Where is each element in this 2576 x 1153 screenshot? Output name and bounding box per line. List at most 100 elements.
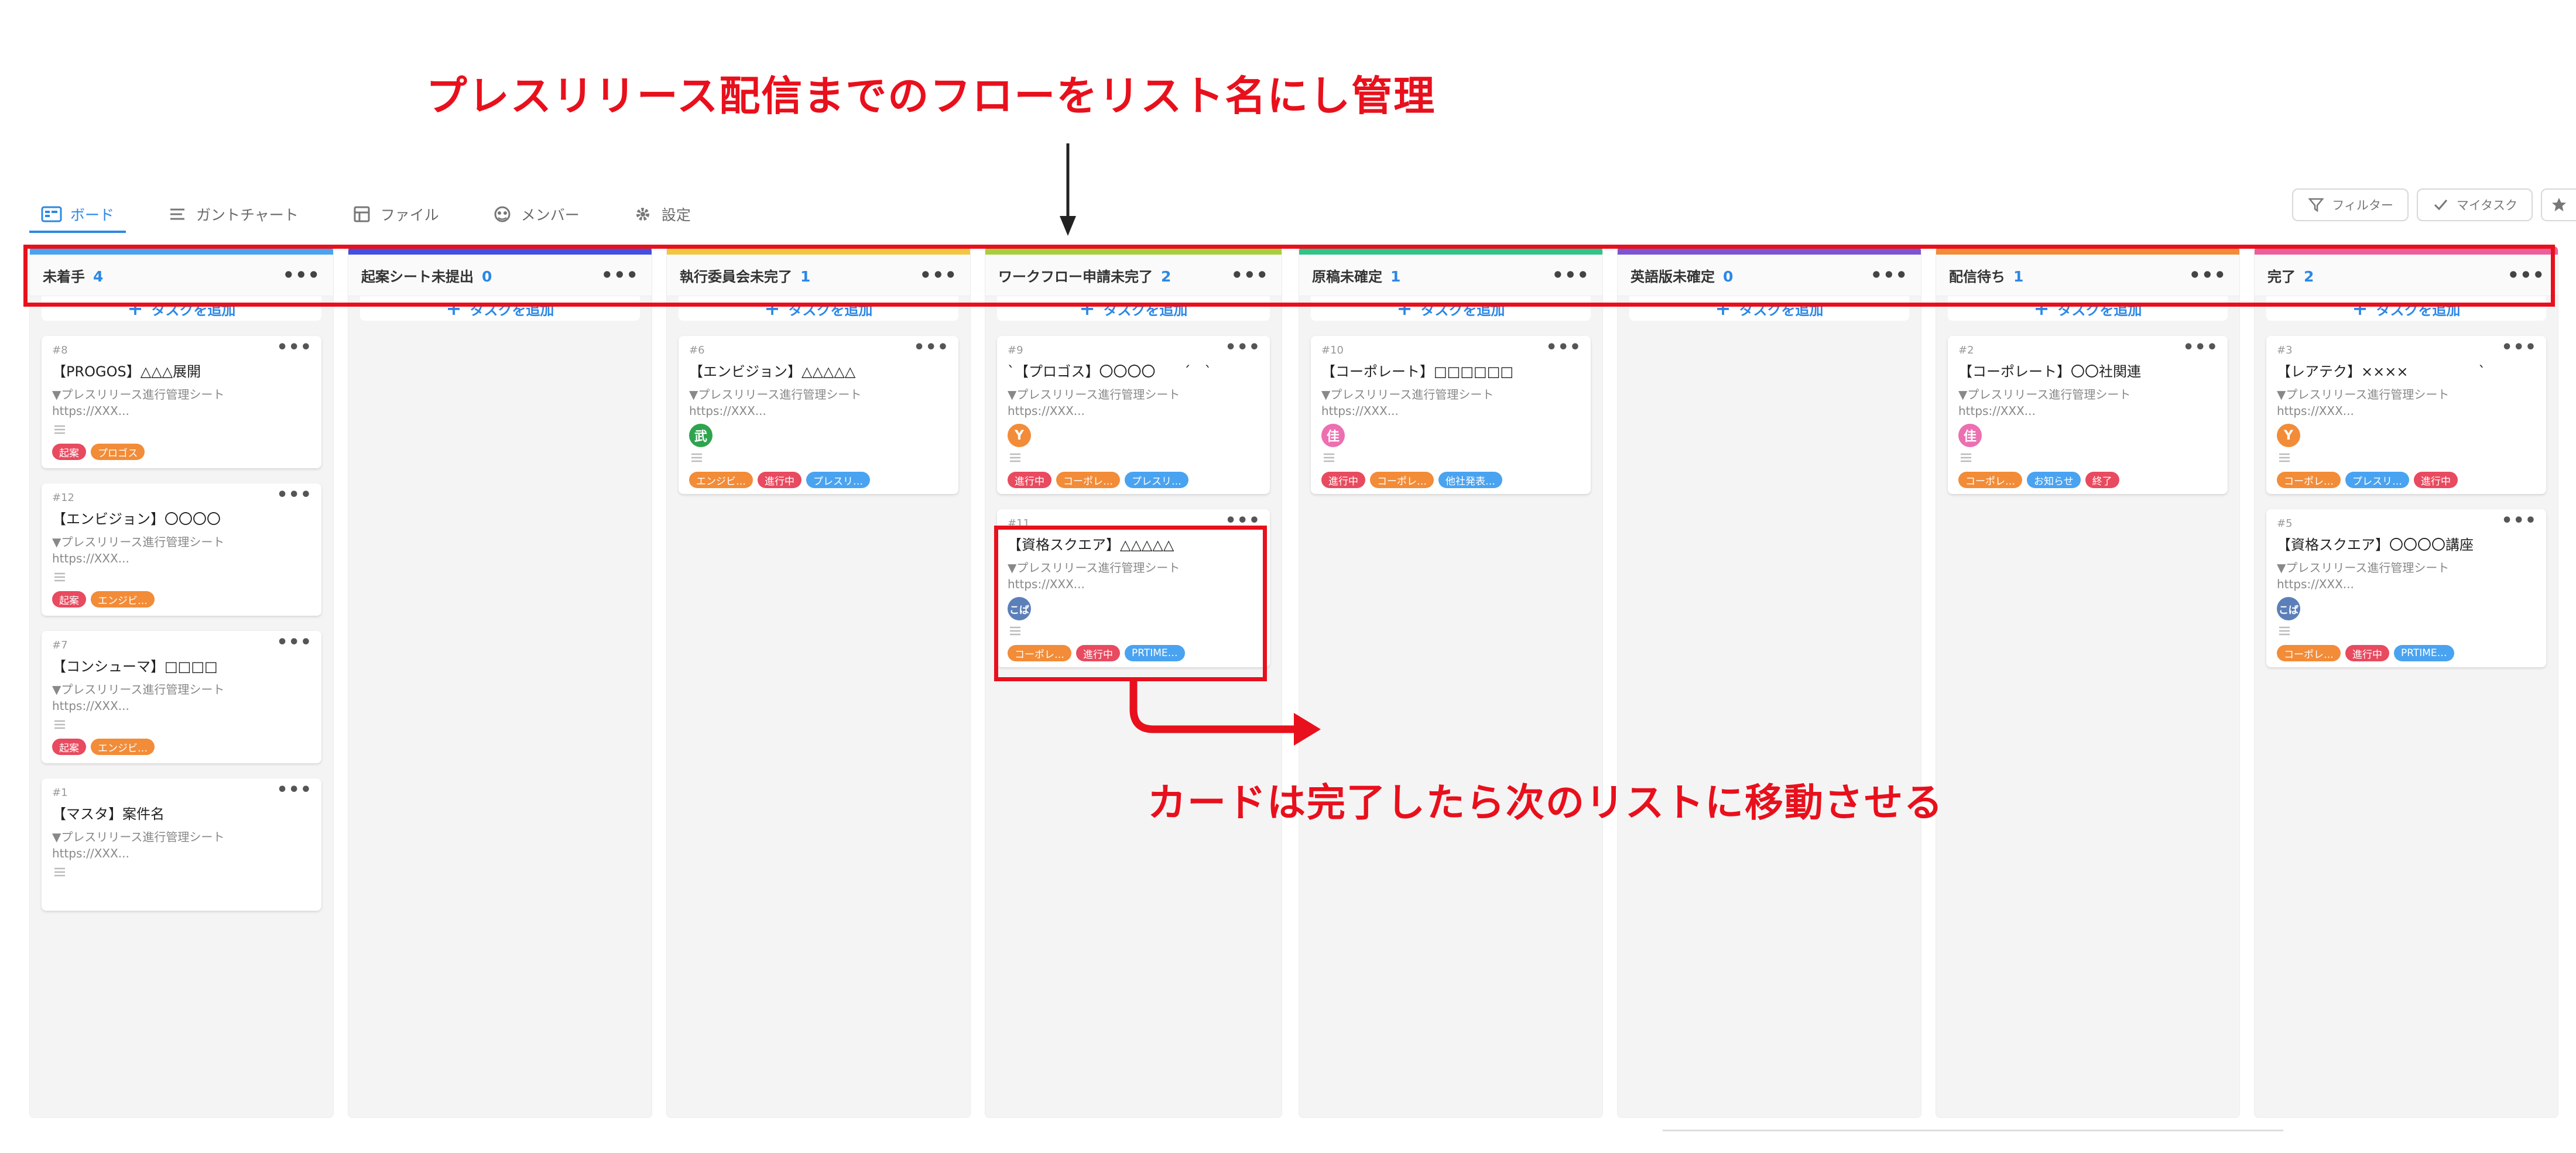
card-id: #11 <box>1008 517 1030 530</box>
tag: コーポレ… <box>1008 645 1071 661</box>
column-menu-icon[interactable]: ••• <box>601 266 639 284</box>
card-menu-icon[interactable]: ••• <box>2501 337 2537 358</box>
card-description: ▼プレスリリース進行管理シート https://XXX... <box>689 386 948 419</box>
mytask-button[interactable]: マイタスク <box>2416 188 2533 221</box>
column-5: 原稿未確定 1 ••• + タスクを追加 #10 ••• 【コーポレート】□□□□□□ ▼プレス… <box>1299 246 1603 1118</box>
task-card[interactable]: #5 ••• 【資格スクエア】〇〇〇〇講座 ▼プレスリリース進行管理シート https:… <box>2266 509 2546 667</box>
add-task-button[interactable]: + タスクを追加 <box>2266 296 2546 321</box>
card-menu-icon[interactable]: ••• <box>1546 337 1581 358</box>
task-card[interactable]: #10 ••• 【コーポレート】□□□□□□ ▼プレスリリース進行管理シート https… <box>1311 336 1591 494</box>
column-title: 英語版未確定 0 <box>1630 265 1733 286</box>
task-card[interactable]: #7 ••• 【コンシューマ】□□□□ ▼プレスリリース進行管理シート https://… <box>42 631 321 763</box>
column-menu-icon[interactable]: ••• <box>2189 266 2226 284</box>
card-menu-icon[interactable]: ••• <box>1225 337 1260 358</box>
add-task-button[interactable]: + タスクを追加 <box>679 296 958 321</box>
task-card[interactable]: #12 ••• 【エンビジョン】〇〇〇〇 ▼プレスリリース進行管理シート https:/… <box>42 483 321 616</box>
card-description: ▼プレスリリース進行管理シート https://XXX... <box>1958 386 2217 419</box>
card-menu-icon[interactable]: ••• <box>2501 510 2537 531</box>
column-menu-icon[interactable]: ••• <box>920 266 957 284</box>
column-header[interactable]: 原稿未確定 1 ••• <box>1299 255 1602 296</box>
tag: プレスリ… <box>1125 472 1188 488</box>
card-desc-link: https://XXX... <box>52 699 129 713</box>
card-desc-link: https://XXX... <box>52 846 129 860</box>
column-count: 4 <box>93 267 104 285</box>
filter-button[interactable]: フィルター <box>2292 188 2409 221</box>
column-header[interactable]: 未着手 4 ••• <box>30 255 333 296</box>
column-header[interactable]: 完了 2 ••• <box>2255 255 2558 296</box>
card-menu-icon[interactable]: ••• <box>276 485 312 505</box>
tag: 進行中 <box>1076 645 1120 661</box>
column-header[interactable]: 起案シート未提出 0 ••• <box>348 255 652 296</box>
column-8: 完了 2 ••• + タスクを追加 #3 ••• 【レアテク】×××× ˋ ▼プレスリリース進行… <box>2254 246 2558 1118</box>
card-description: ▼プレスリリース進行管理シート https://XXX... <box>52 386 311 419</box>
plus-icon: + <box>446 297 462 320</box>
column-name: 完了 <box>2267 268 2296 285</box>
add-task-button[interactable]: + タスクを追加 <box>1629 296 1909 321</box>
card-menu-icon[interactable]: ••• <box>1225 510 1260 531</box>
column-menu-icon[interactable]: ••• <box>1231 266 1269 284</box>
card-menu-icon[interactable]: ••• <box>276 337 312 358</box>
tag-list: エンジビ… 進行中 プレスリ… <box>689 472 948 488</box>
task-card[interactable]: #8 ••• 【PROGOS】△△△展開 ▼プレスリリース進行管理シート https:/… <box>42 336 321 468</box>
add-task-button[interactable]: + タスクを追加 <box>42 296 321 321</box>
column-name: 配信待ち <box>1949 268 2005 285</box>
tag-list: コーポレ… お知らせ 終了 <box>1958 472 2217 488</box>
add-task-button[interactable]: + タスクを追加 <box>360 296 640 321</box>
avatar: 武 <box>689 424 712 447</box>
card-desc-line1: ▼プレスリリース進行管理シート <box>52 830 225 844</box>
check-icon <box>2434 200 2447 211</box>
card-desc-link: https://XXX... <box>2277 577 2354 591</box>
card-id: #3 <box>2277 344 2293 356</box>
tag-list: コーポレ… プレスリ… 進行中 <box>2277 472 2536 488</box>
checklist-icon <box>1010 453 1020 462</box>
horizontal-scrollbar[interactable] <box>1663 1130 2283 1131</box>
task-card[interactable]: #3 ••• 【レアテク】×××× ˋ ▼プレスリリース進行管理シート https://… <box>2266 336 2546 494</box>
card-list: #10 ••• 【コーポレート】□□□□□□ ▼プレスリリース進行管理シート https… <box>1299 336 1602 494</box>
column-header[interactable]: 執行委員会未完了 1 ••• <box>667 255 970 296</box>
column-7: 配信待ち 1 ••• + タスクを追加 #2 ••• 【コーポレート】〇〇社関連 ▼プレスリリー… <box>1936 246 2240 1118</box>
tag: 進行中 <box>2345 645 2389 661</box>
favorite-button[interactable] <box>2541 188 2576 221</box>
tag: エンジビ… <box>91 739 155 755</box>
column-header[interactable]: 英語版未確定 0 ••• <box>1618 255 1921 296</box>
task-card[interactable]: #9 ••• ˋ【プロゴス】〇〇〇〇 ˊ ˋ ▼プレスリリース進行管理シート https… <box>997 336 1270 494</box>
tab-settings[interactable]: 設定 <box>621 198 703 231</box>
add-task-button[interactable]: + タスクを追加 <box>997 296 1270 321</box>
tab-files[interactable]: ファイル <box>340 198 451 231</box>
card-menu-icon[interactable]: ••• <box>276 632 312 653</box>
column-menu-icon[interactable]: ••• <box>1552 266 1590 284</box>
column-6: 英語版未確定 0 ••• + タスクを追加 <box>1617 246 1921 1118</box>
column-header[interactable]: 配信待ち 1 ••• <box>1936 255 2239 296</box>
column-color-bar <box>30 246 333 255</box>
column-title: 原稿未確定 1 <box>1312 265 1400 286</box>
card-menu-icon[interactable]: ••• <box>913 337 949 358</box>
task-card[interactable]: #1 ••• 【マスタ】案件名 ▼プレスリリース進行管理シート https://XXX.… <box>42 778 321 911</box>
add-task-button[interactable]: + タスクを追加 <box>1311 296 1591 321</box>
column-menu-icon[interactable]: ••• <box>283 266 320 284</box>
tag: 進行中 <box>1008 472 1051 488</box>
column-color-bar <box>2255 246 2558 255</box>
tag: 進行中 <box>1321 472 1365 488</box>
task-card[interactable]: #6 ••• 【エンビジョン】△△△△△ ▼プレスリリース進行管理シート https:/… <box>679 336 958 494</box>
column-header[interactable]: ワークフロー申請未完了 2 ••• <box>985 255 1282 296</box>
gear-icon <box>636 208 649 221</box>
tab-members[interactable]: メンバー <box>480 198 591 231</box>
column-menu-icon[interactable]: ••• <box>1871 266 1908 284</box>
task-card[interactable]: #11 ••• 【資格スクエア】△△△△△ ▼プレスリリース進行管理シート https:… <box>997 509 1270 667</box>
tag: 起案 <box>52 591 86 608</box>
tag: 他社発表… <box>1438 472 1502 488</box>
tab-board[interactable]: ボード <box>29 198 126 233</box>
task-card[interactable]: #2 ••• 【コーポレート】〇〇社関連 ▼プレスリリース進行管理シート https:/… <box>1948 336 2228 494</box>
card-menu-icon[interactable]: ••• <box>2183 337 2218 358</box>
card-desc-line1: ▼プレスリリース進行管理シート <box>2277 387 2450 402</box>
tag-list: コーポレ… 進行中 PRTIME… <box>1008 645 1259 661</box>
card-description: ▼プレスリリース進行管理シート https://XXX... <box>2277 560 2536 592</box>
members-icon <box>494 206 511 222</box>
column-menu-icon[interactable]: ••• <box>2508 266 2545 284</box>
add-task-label: タスクを追加 <box>1739 301 1824 318</box>
add-task-button[interactable]: + タスクを追加 <box>1948 296 2228 321</box>
card-menu-icon[interactable]: ••• <box>276 780 312 800</box>
tab-gantt[interactable]: ガントチャート <box>155 198 310 231</box>
avatar: こば <box>1008 597 1031 620</box>
checklist-icon <box>54 572 65 582</box>
